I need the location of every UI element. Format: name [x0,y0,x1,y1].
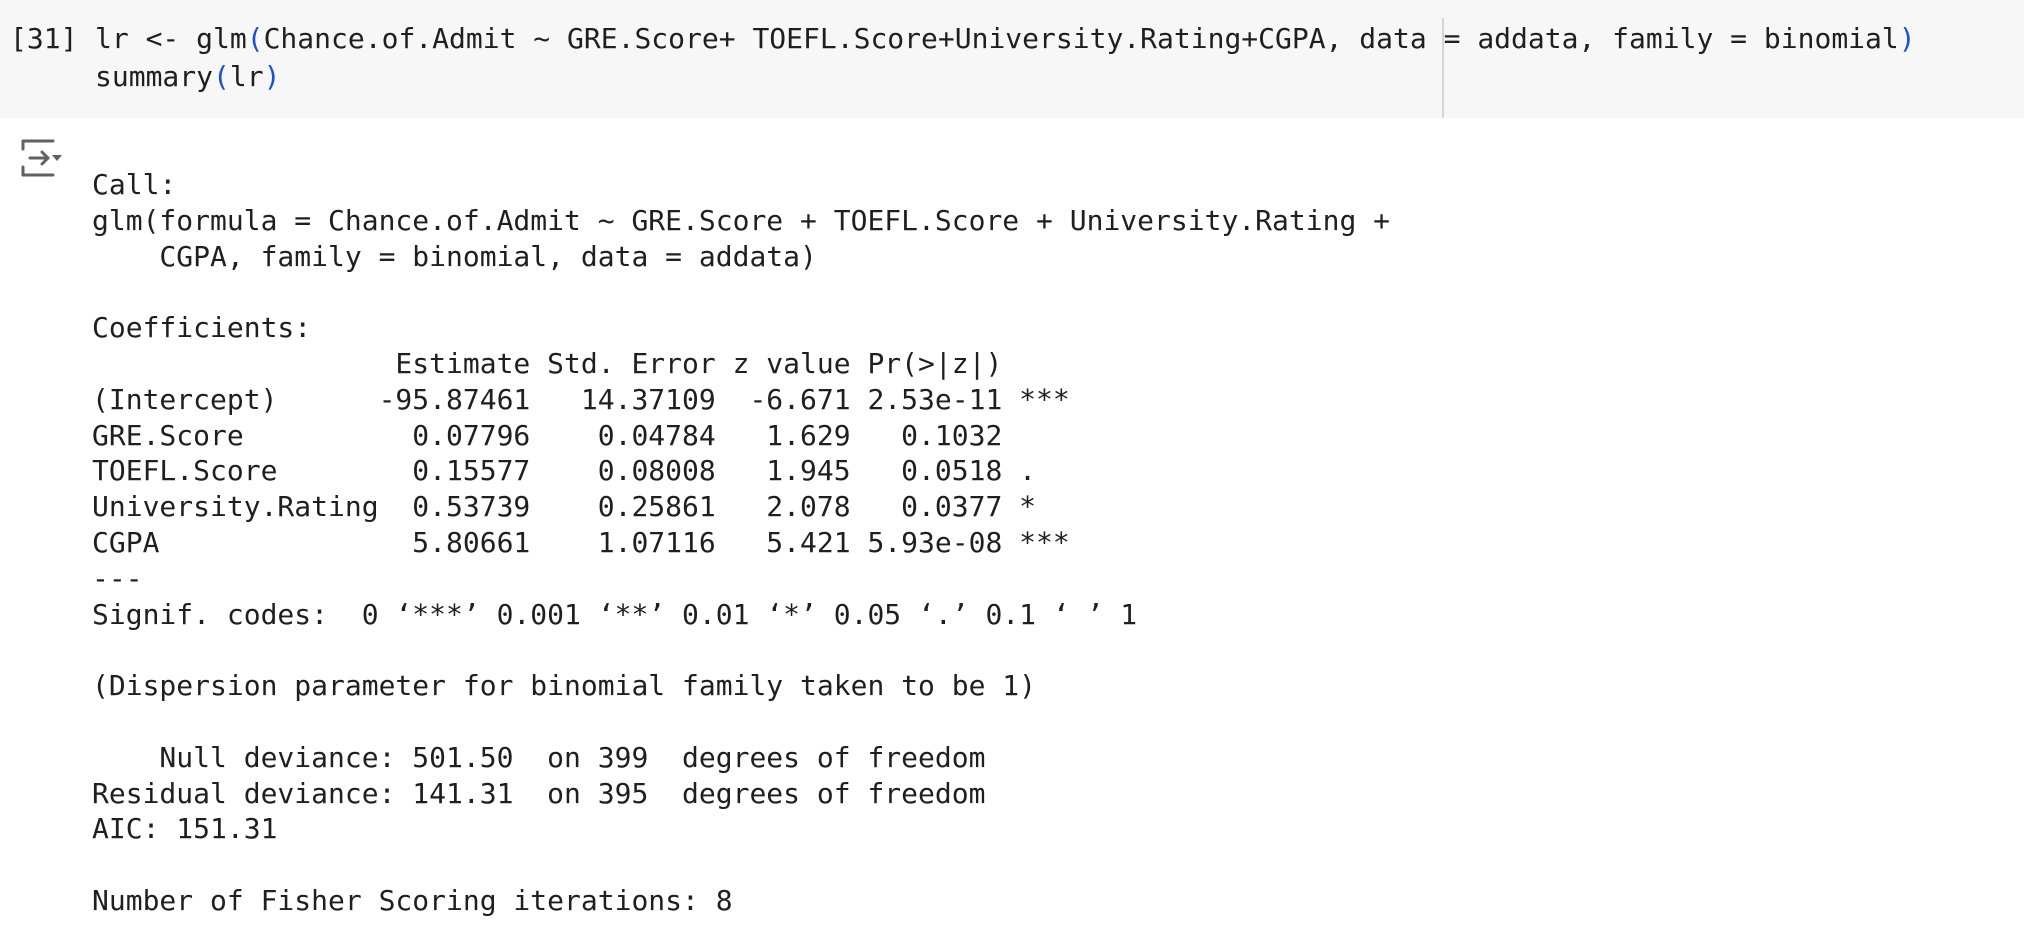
code-paren: ( [213,60,230,93]
output-collapse-icon[interactable] [20,138,64,178]
cell-output: Call: glm(formula = Chance.of.Admit ~ GRE… [0,118,2024,952]
code-paren: ( [246,22,264,55]
output-line: University.Rating 0.53739 0.25861 2.078 … [92,490,1070,524]
output-line: Coefficients: [92,311,312,345]
output-line: AIC: 151.31 [92,812,278,846]
output-line: Signif. codes: 0 ‘***’ 0.001 ‘**’ 0.01 ‘… [92,597,1138,631]
output-line: Null deviance: 501.50 on 399 degrees of … [92,740,986,774]
code-cell-input[interactable]: [31] lr <- glm(Chance.of.Admit ~ GRE.Sco… [0,0,2024,118]
output-line: (Dispersion parameter for binomial famil… [92,669,1037,703]
code-token: Chance.of.Admit ~ GRE.Score+ TOEFL.Score… [263,22,1899,55]
output-text: Call: glm(formula = Chance.of.Admit ~ GRE… [92,167,1407,919]
output-line: (Intercept) -95.87461 14.37109 -6.671 2.… [92,382,1070,416]
output-line: Estimate Std. Error z value Pr(>|z|) [92,346,1070,380]
code-token: lr <- glm [95,22,247,55]
output-line: Residual deviance: 141.31 on 395 degrees… [92,776,986,810]
output-line: Call: [92,168,177,201]
execution-count: [31] [10,22,78,55]
output-line: Number of Fisher Scoring iterations: 8 [92,883,733,917]
editor-ruler [1442,18,1444,118]
output-line: --- [92,561,143,595]
output-line: CGPA 5.80661 1.07116 5.421 5.93e-08 *** [92,525,1070,559]
code-line-2: summary(lr) [95,60,280,93]
code-editor[interactable]: lr <- glm(Chance.of.Admit ~ GRE.Score+ T… [95,20,1916,96]
code-line-1: lr <- glm(Chance.of.Admit ~ GRE.Score+ T… [95,22,1916,55]
output-line: TOEFL.Score 0.15577 0.08008 1.945 0.0518… [92,454,1070,488]
code-token: lr [229,60,264,93]
code-paren: ) [263,60,281,93]
code-token: summary [95,60,214,93]
output-line: GRE.Score 0.07796 0.04784 1.629 0.1032 [92,418,1070,452]
code-paren: ) [1898,22,1916,55]
output-line: glm(formula = Chance.of.Admit ~ GRE.Scor… [92,203,1407,237]
output-line: CGPA, family = binomial, data = addata) [92,239,817,273]
